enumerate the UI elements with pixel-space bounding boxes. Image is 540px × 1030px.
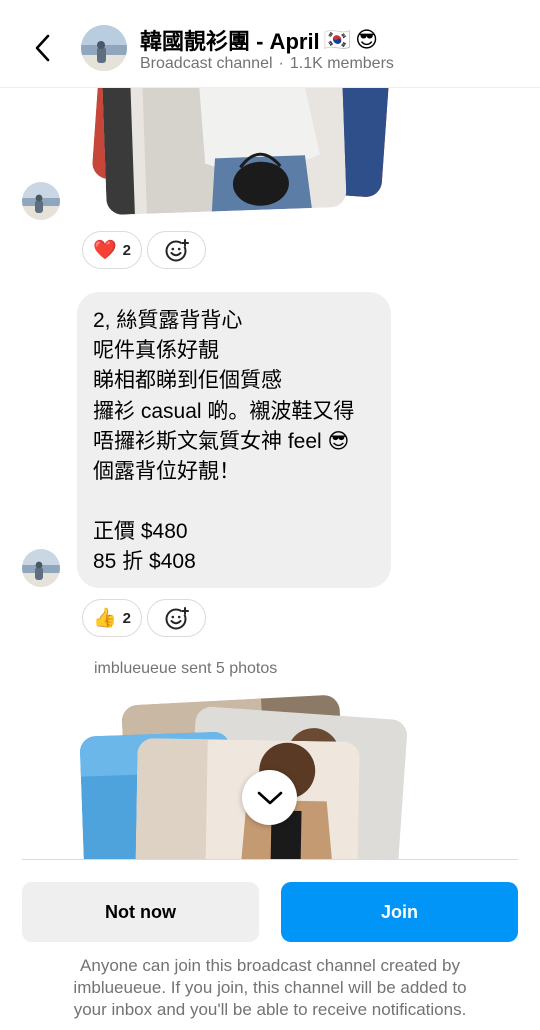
message-line: 85 折 $408 (93, 550, 196, 574)
channel-subtitle: Broadcast channel · 1.1K members (140, 55, 394, 73)
channel-name: 韓國靚衫團 - April (140, 29, 320, 54)
message-line: 呢件真係好靚 (93, 339, 219, 363)
back-button[interactable] (22, 28, 62, 68)
message-photo[interactable] (101, 88, 347, 216)
reaction-count: 2 (122, 241, 131, 259)
message-line: 個露背位好靚！ (93, 460, 240, 484)
message-line: 2, 絲質露背背心 (93, 309, 243, 332)
chevron-down-icon (257, 791, 282, 804)
add-reaction-button[interactable] (147, 231, 206, 269)
channel-avatar[interactable] (81, 25, 127, 71)
heart-emoji: ❤️ (92, 240, 117, 261)
footer-divider (22, 859, 518, 860)
sender-avatar[interactable] (22, 182, 60, 220)
join-button[interactable]: Join (281, 882, 518, 942)
reaction-count: 2 (122, 609, 131, 627)
reaction-pill[interactable]: 👍 2 (82, 599, 142, 637)
message-line: 正價 $480 (93, 520, 188, 544)
channel-type: Broadcast channel (140, 55, 273, 72)
message-line (93, 487, 375, 517)
channel-title: 韓國靚衫團 - April 🇰🇷 😎 (140, 24, 378, 56)
photos-sent-label: imblueueue sent 5 photos (94, 660, 278, 677)
info-line: Anyone can join this broadcast channel c… (80, 956, 460, 975)
chevron-left-icon (35, 34, 50, 62)
not-now-button[interactable]: Not now (22, 882, 259, 942)
korea-flag-emoji: 🇰🇷 (323, 27, 352, 52)
message-line: 唔攞衫斯文氣質女神 feel 😎 (93, 429, 350, 453)
sender-avatar[interactable] (22, 549, 60, 587)
info-line: imblueueue. If you join, this channel wi… (73, 978, 467, 997)
message-bubble[interactable]: 2, 絲質露背背心 呢件真係好靚 睇相都睇到佢個質感 攞衫 casual 啲。襯… (77, 292, 391, 588)
message-line: 攞衫 casual 啲。襯波鞋又得 (93, 399, 355, 423)
sunglasses-emoji: 😎 (355, 27, 379, 52)
thumbs-up-emoji: 👍 (92, 608, 117, 629)
message-feed[interactable]: ❤️ 2 2, 絲質露背背心 呢件真係好靚 睇相都睇到佢個質感 攞衫 casua… (0, 88, 540, 860)
add-reaction-icon (165, 607, 189, 630)
separator-dot: · (278, 55, 284, 72)
expand-photos-button[interactable] (242, 770, 297, 825)
reaction-pill[interactable]: ❤️ 2 (82, 231, 142, 269)
member-count: 1.1K members (289, 55, 394, 72)
add-reaction-icon (165, 239, 189, 262)
channel-header: 韓國靚衫團 - April 🇰🇷 😎 Broadcast channel · 1.1… (0, 0, 540, 88)
join-info-text: Anyone can join this broadcast channel c… (20, 955, 520, 1021)
message-line: 睇相都睇到佢個質感 (93, 369, 282, 393)
info-line: your inbox and you'll be able to receive… (73, 1000, 467, 1019)
add-reaction-button[interactable] (147, 599, 206, 637)
